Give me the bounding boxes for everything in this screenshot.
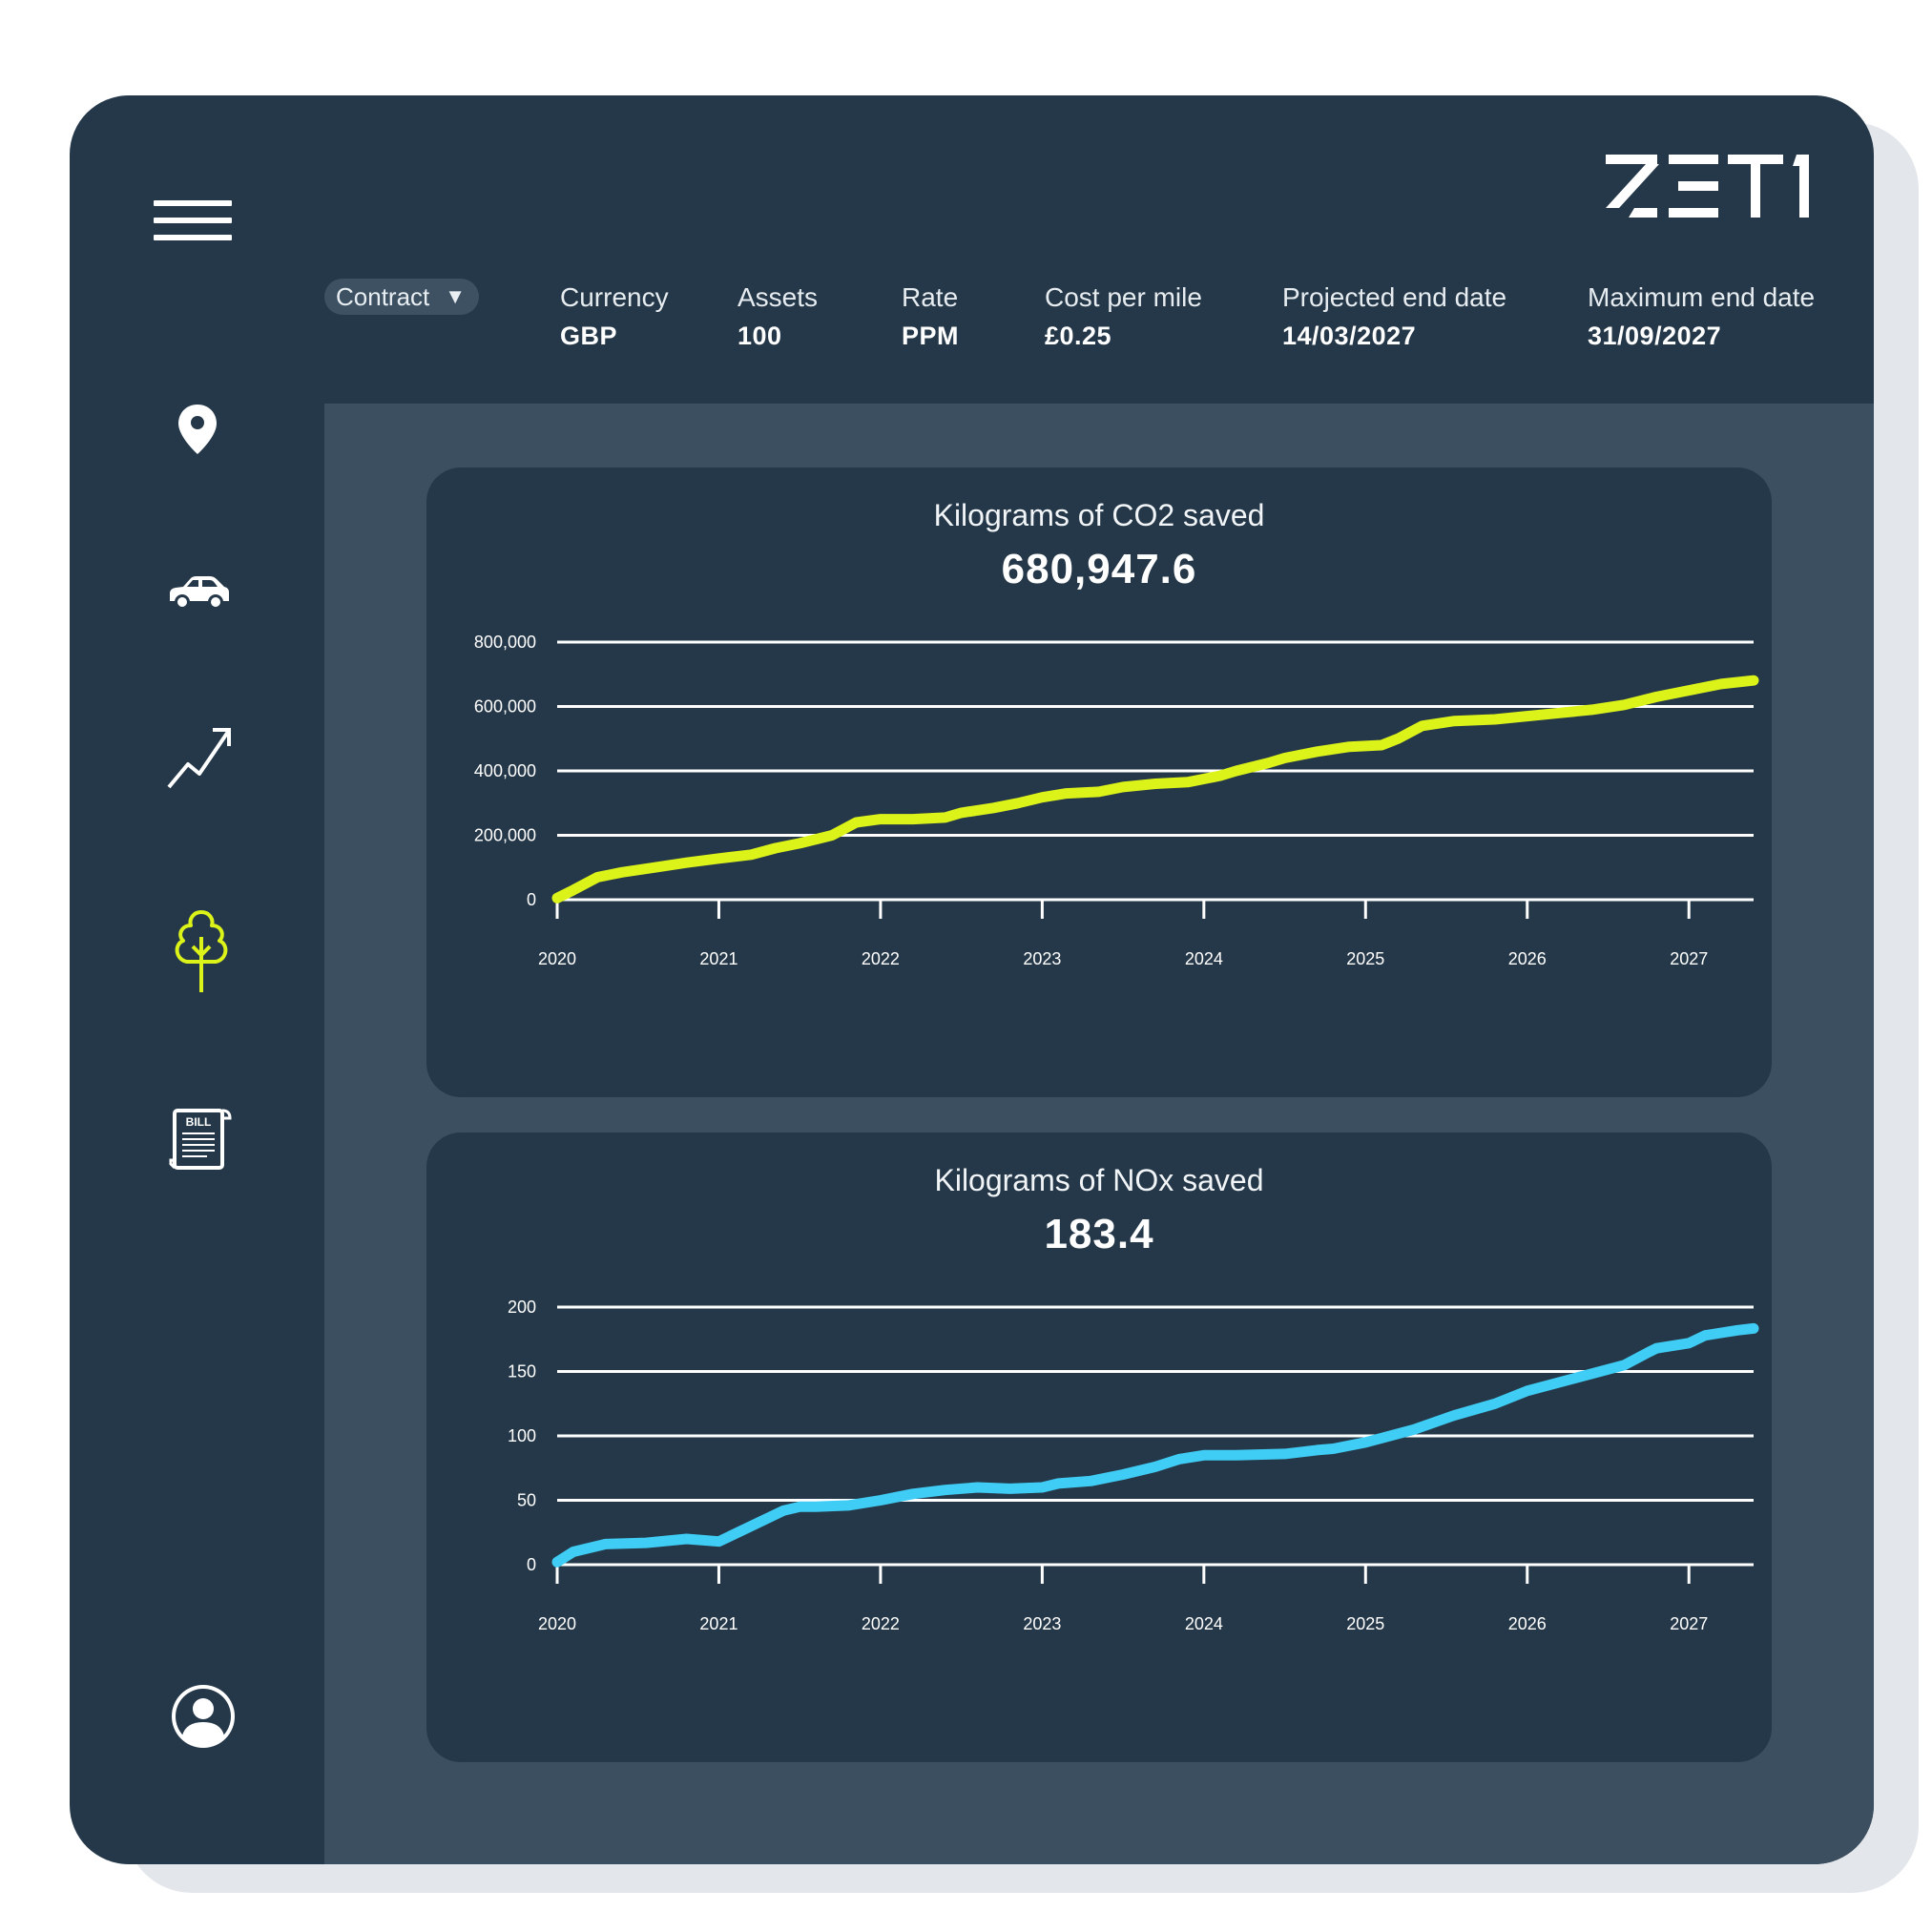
svg-text:BILL: BILL — [186, 1115, 212, 1129]
car-icon[interactable] — [164, 572, 233, 613]
stat-value: PPM — [902, 322, 960, 350]
x-tick-label: 2024 — [1185, 1614, 1223, 1633]
y-tick-label: 200,000 — [474, 826, 536, 845]
y-tick-label: 50 — [517, 1491, 536, 1510]
x-tick-label: 2022 — [862, 1614, 900, 1633]
x-tick-label: 2027 — [1670, 949, 1708, 968]
x-tick-label: 2025 — [1346, 949, 1384, 968]
stat-label: Cost per mile — [1045, 282, 1202, 312]
tree-icon[interactable] — [168, 908, 235, 994]
y-tick-label: 200 — [508, 1298, 536, 1317]
bill-icon[interactable]: BILL — [169, 1107, 232, 1172]
app-window: BILL Contract ▼ Currency GBP Assets 100 … — [70, 95, 1874, 1864]
stat-label: Maximum end date — [1588, 282, 1816, 312]
x-tick-label: 2025 — [1346, 1614, 1384, 1633]
y-tick-label: 0 — [527, 890, 536, 909]
stat-label: Currency — [560, 282, 669, 312]
x-tick-label: 2022 — [862, 949, 900, 968]
contract-dropdown-label: Contract — [336, 282, 430, 311]
trend-up-icon[interactable] — [165, 722, 234, 791]
x-tick-label: 2026 — [1508, 949, 1547, 968]
y-tick-label: 800,000 — [474, 633, 536, 652]
co2-line-chart: 0 200,000 400,000 600,000 800,000 2020 2021 202… — [474, 633, 1759, 968]
stat-value: GBP — [560, 322, 618, 350]
y-tick-label: 0 — [527, 1555, 536, 1574]
stat-assets: Assets 100 — [737, 279, 818, 355]
x-tick-label: 2021 — [699, 949, 737, 968]
stat-label: Rate — [902, 282, 959, 312]
user-profile-icon[interactable] — [169, 1682, 238, 1751]
x-tick-label: 2023 — [1023, 1614, 1061, 1633]
zeti-logo — [1606, 153, 1811, 219]
stat-rate: Rate PPM — [902, 279, 959, 355]
stat-value: 31/09/2027 — [1588, 322, 1722, 350]
stat-currency: Currency GBP — [560, 279, 669, 355]
series-line — [551, 675, 1759, 904]
stat-value: £0.25 — [1045, 322, 1112, 350]
x-tick-label: 2020 — [538, 949, 576, 968]
x-tick-label: 2026 — [1508, 1614, 1547, 1633]
stat-maximum-end-date: Maximum end date 31/09/2027 — [1588, 279, 1815, 355]
nox-chart-card: Kilograms of NOx saved 183.4 0 50 100 150 20… — [426, 1132, 1772, 1762]
y-tick-label: 600,000 — [474, 697, 536, 717]
x-tick-label: 2024 — [1185, 949, 1223, 968]
co2-chart-card: Kilograms of CO2 saved 680,947.6 0 200,00… — [426, 467, 1772, 1097]
stat-value: 14/03/2027 — [1282, 322, 1417, 350]
location-pin-icon[interactable] — [177, 403, 218, 456]
x-tick-label: 2020 — [538, 1614, 576, 1633]
y-tick-label: 100 — [508, 1426, 536, 1445]
stat-cost-per-mile: Cost per mile £0.25 — [1045, 279, 1202, 355]
caret-down-icon: ▼ — [445, 284, 466, 308]
stat-projected-end-date: Projected end date 14/03/2027 — [1282, 279, 1506, 355]
stat-label: Assets — [737, 282, 819, 312]
contract-dropdown[interactable]: Contract ▼ — [324, 279, 479, 315]
y-tick-label: 400,000 — [474, 761, 536, 780]
stat-value: 100 — [737, 322, 782, 350]
stat-label: Projected end date — [1282, 282, 1507, 312]
x-tick-label: 2021 — [699, 1614, 737, 1633]
series-line — [551, 1322, 1759, 1568]
x-tick-label: 2023 — [1023, 949, 1061, 968]
y-tick-label: 150 — [508, 1362, 536, 1381]
hamburger-menu-icon[interactable] — [154, 200, 232, 248]
x-tick-label: 2027 — [1670, 1614, 1708, 1633]
nox-line-chart: 0 50 100 150 200 2020 2021 2022 2023 2024 2025 2026… — [508, 1298, 1759, 1633]
